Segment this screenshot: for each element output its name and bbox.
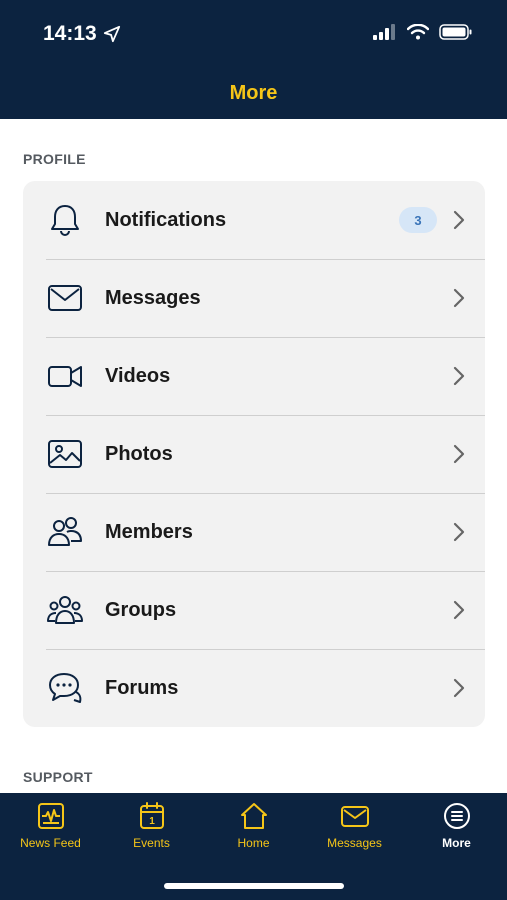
chevron-right-icon <box>453 210 465 230</box>
menu-row-label: Notifications <box>105 208 227 231</box>
tab-news-feed[interactable]: News Feed <box>0 801 101 850</box>
chevron-right-icon <box>453 366 465 386</box>
menu-row-label: Photos <box>105 442 173 465</box>
tab-label: Events <box>133 836 170 850</box>
tab-home[interactable]: Home <box>203 801 304 850</box>
status-time-text: 14:13 <box>43 22 97 45</box>
menu-row-photos[interactable]: Photos <box>23 415 485 493</box>
menu-row-label: Forums <box>105 676 179 699</box>
chevron-right-icon <box>453 678 465 698</box>
menu-row-members[interactable]: Members <box>23 493 485 571</box>
profile-menu-card: Notifications 3 Messages Videos Photos M… <box>23 181 485 727</box>
menu-row-messages[interactable]: Messages <box>23 259 485 337</box>
tab-messages[interactable]: Messages <box>304 801 405 850</box>
envelope-icon <box>340 806 369 827</box>
video-camera-icon <box>47 359 83 393</box>
tab-label: More <box>442 836 471 850</box>
menu-row-label: Videos <box>105 364 171 387</box>
menu-row-label: Messages <box>105 286 201 309</box>
menu-row-notifications[interactable]: Notifications 3 <box>23 181 485 259</box>
tab-events[interactable]: 1 Events <box>101 801 202 850</box>
tab-more[interactable]: More <box>406 801 507 850</box>
menu-row-forums[interactable]: Forums <box>23 649 485 727</box>
news-feed-icon <box>37 803 64 829</box>
status-time: 14:13 <box>43 22 121 46</box>
menu-row-label: Members <box>105 520 193 543</box>
notification-count-badge: 3 <box>399 207 437 233</box>
status-bar: 14:13 <box>0 0 507 68</box>
status-icons <box>373 24 473 40</box>
tab-label: Home <box>237 836 270 850</box>
calendar-icon: 1 <box>139 802 164 829</box>
menu-row-groups[interactable]: Groups <box>23 571 485 649</box>
page-title: More <box>229 82 278 104</box>
battery-icon <box>439 24 472 40</box>
menu-row-label: Groups <box>105 598 177 621</box>
bell-icon <box>47 203 83 237</box>
more-list-icon <box>443 803 470 829</box>
envelope-icon <box>47 281 83 315</box>
tab-label: Messages <box>327 836 382 850</box>
section-header-profile: PROFILE <box>23 151 86 167</box>
menu-row-videos[interactable]: Videos <box>23 337 485 415</box>
section-header-support: SUPPORT <box>23 769 93 785</box>
groups-icon <box>47 593 83 627</box>
chevron-right-icon <box>453 600 465 620</box>
members-icon <box>47 515 83 549</box>
home-indicator[interactable] <box>164 883 344 889</box>
wifi-icon <box>407 24 429 40</box>
home-icon <box>240 803 267 829</box>
calendar-day-number: 1 <box>149 816 155 827</box>
cellular-signal-icon <box>373 24 395 40</box>
chevron-right-icon <box>453 288 465 308</box>
photo-icon <box>47 437 83 471</box>
chat-bubbles-icon <box>47 671 83 705</box>
chevron-right-icon <box>453 444 465 464</box>
tab-label: News Feed <box>20 836 81 850</box>
location-arrow-icon <box>103 25 120 43</box>
navigation-bar: More <box>0 68 507 119</box>
chevron-right-icon <box>453 522 465 542</box>
